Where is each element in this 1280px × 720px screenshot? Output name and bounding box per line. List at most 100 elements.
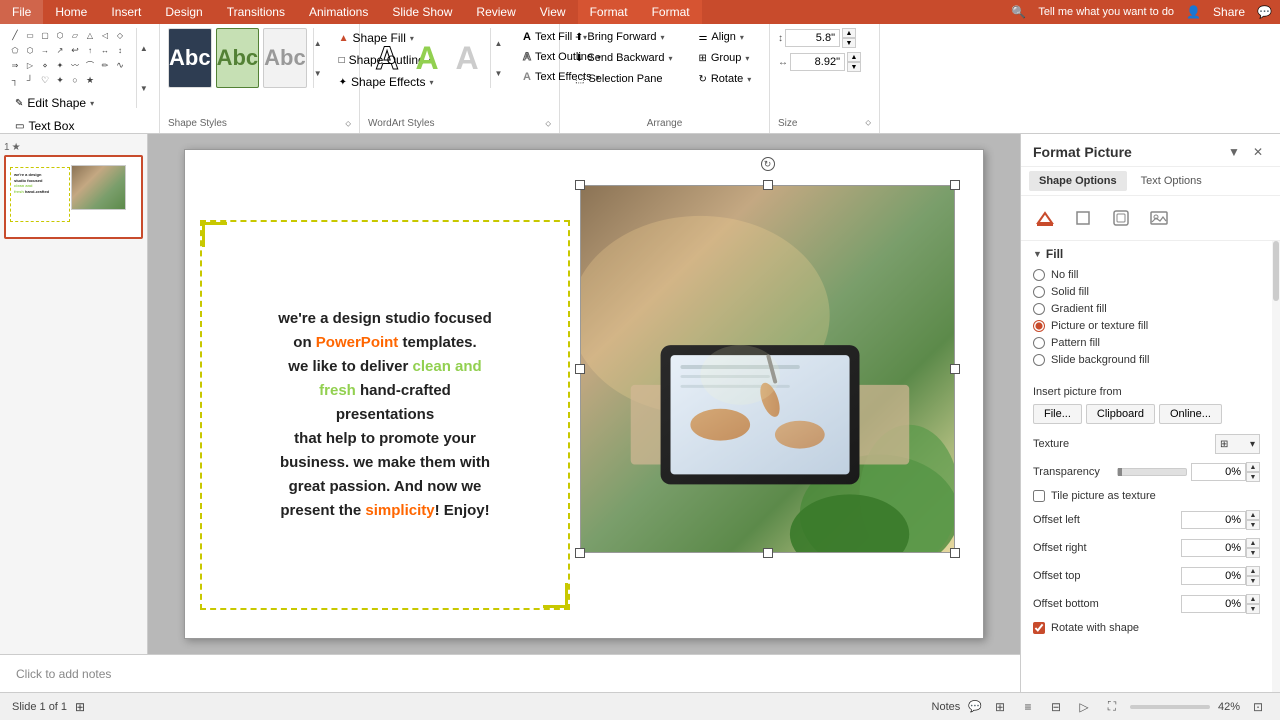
shadow-type-icon[interactable] [1067, 202, 1099, 234]
freeform-icon[interactable]: ✏ [98, 58, 112, 72]
blockarrow-icon[interactable]: ▷ [23, 58, 37, 72]
rotate-handle[interactable]: ↻ [761, 157, 775, 171]
handle-br[interactable] [950, 548, 960, 558]
curvarrow-icon[interactable]: ↩ [68, 43, 82, 57]
lrarrow-icon[interactable]: ↔ [98, 43, 112, 57]
tab-slideshow[interactable]: Slide Show [380, 0, 464, 24]
comments-icon[interactable]: 💬 [968, 700, 982, 713]
offset-top-down[interactable]: ▼ [1246, 576, 1260, 586]
tab-transitions[interactable]: Transitions [215, 0, 297, 24]
fill-line-type-icon[interactable] [1029, 202, 1061, 234]
pattern-fill-radio[interactable] [1033, 337, 1045, 349]
panel-close-button[interactable]: ✕ [1248, 142, 1268, 162]
notes-area[interactable]: Click to add notes [0, 654, 1020, 692]
rounded-rect-icon[interactable]: ▢ [38, 28, 52, 42]
abc-gray-button[interactable]: Abc [263, 28, 307, 88]
width-down-spinner[interactable]: ▼ [847, 62, 861, 72]
scroll-up-icon[interactable]: ▲ [140, 44, 148, 53]
zoom-slider[interactable] [1130, 705, 1210, 709]
hexagon-icon[interactable]: ⬡ [23, 43, 37, 57]
tab-view[interactable]: View [528, 0, 578, 24]
group-button[interactable]: ⊞ Group ▾ [691, 49, 758, 67]
fill-section-header[interactable]: ▼ Fill [1033, 247, 1260, 261]
wordart-scroll-down[interactable]: ▼ [495, 69, 503, 78]
pattern-fill-option[interactable]: Pattern fill [1033, 337, 1260, 349]
arrow-icon[interactable]: → [38, 43, 52, 57]
tile-checkbox[interactable] [1033, 490, 1045, 502]
size-expand[interactable]: ⬦ [865, 118, 871, 129]
edit-shape-button[interactable]: ✎ Edit Shape ▾ [8, 93, 132, 113]
tab-design[interactable]: Design [153, 0, 214, 24]
slide-canvas[interactable]: we're a design studio focused on PowerPo… [184, 149, 984, 639]
tab-animations[interactable]: Animations [297, 0, 380, 24]
styles-scroll-down[interactable]: ▼ [314, 69, 322, 78]
shape-options-tab[interactable]: Shape Options [1029, 171, 1127, 191]
height-up-spinner[interactable]: ▲ [842, 28, 856, 38]
tab-format-1[interactable]: Format [578, 0, 640, 24]
transparency-slider[interactable] [1117, 468, 1187, 476]
offset-bottom-down[interactable]: ▼ [1246, 604, 1260, 614]
abc-green-button[interactable]: Abc [216, 28, 260, 88]
handle-ml[interactable] [575, 364, 585, 374]
height-input[interactable] [785, 29, 840, 47]
tab-insert[interactable]: Insert [99, 0, 153, 24]
outline-view-button[interactable]: ≡ [1018, 697, 1038, 717]
no-fill-radio[interactable] [1033, 269, 1045, 281]
solid-fill-radio[interactable] [1033, 286, 1045, 298]
width-input[interactable] [790, 53, 845, 71]
curve-icon[interactable]: ∿ [113, 58, 127, 72]
styles-scroll[interactable]: ▲ ▼ [313, 28, 322, 88]
width-up-spinner[interactable]: ▲ [847, 52, 861, 62]
reading-view-button[interactable]: ▷ [1074, 697, 1094, 717]
picture-type-icon[interactable] [1143, 202, 1175, 234]
scroll-down-icon[interactable]: ▼ [140, 84, 148, 93]
wordart-scroll-up[interactable]: ▲ [495, 39, 503, 48]
wave-icon[interactable]: 〰 [68, 58, 82, 72]
text-options-tab[interactable]: Text Options [1131, 171, 1212, 191]
clipboard-button[interactable]: Clipboard [1086, 404, 1155, 424]
presenter-view-button[interactable]: ⛶ [1102, 697, 1122, 717]
bring-forward-button[interactable]: ⬆ Bring Forward ▾ [568, 28, 679, 46]
shape-styles-expand[interactable]: ⬦ [345, 119, 351, 129]
striparrow-icon[interactable]: ⇒ [8, 58, 22, 72]
selection-pane-button[interactable]: ⬚ Selection Pane [568, 70, 679, 88]
wordart-scroll[interactable]: ▲ ▼ [490, 28, 506, 88]
rotate-button[interactable]: ↻ Rotate ▾ [691, 70, 758, 88]
file-button[interactable]: File... [1033, 404, 1082, 424]
effects-type-icon[interactable] [1105, 202, 1137, 234]
normal-view-button[interactable]: ⊞ [990, 697, 1010, 717]
slide-thumbnail[interactable]: we're a designstudio focusedclean andfre… [4, 155, 143, 239]
slide-bg-radio[interactable] [1033, 354, 1045, 366]
handle-tr[interactable] [950, 180, 960, 190]
tell-me-field[interactable]: Tell me what you want to do [1038, 6, 1174, 18]
tab-format-2[interactable]: Format [640, 0, 702, 24]
heart-icon[interactable]: ♡ [38, 73, 52, 87]
diamond-icon[interactable]: ◇ [113, 28, 127, 42]
handle-mr[interactable] [950, 364, 960, 374]
offset-bottom-input[interactable] [1181, 595, 1246, 613]
format-panel-scrollbar-thumb[interactable] [1273, 241, 1279, 301]
conn2-icon[interactable]: ┘ [23, 73, 37, 87]
offset-bottom-up[interactable]: ▲ [1246, 594, 1260, 604]
handle-tm[interactable] [763, 180, 773, 190]
offset-top-up[interactable]: ▲ [1246, 566, 1260, 576]
share-button[interactable]: Share [1213, 5, 1245, 19]
transparency-value-input[interactable] [1191, 463, 1246, 481]
fit-to-window-icon[interactable]: ⊞ [75, 700, 85, 714]
arc-icon[interactable]: ⌒ [83, 58, 97, 72]
rect-shape-icon[interactable]: ▭ [23, 28, 37, 42]
parallelogram-icon[interactable]: ▱ [68, 28, 82, 42]
handle-tl[interactable] [575, 180, 585, 190]
transparency-down[interactable]: ▼ [1246, 472, 1260, 482]
text-box-element[interactable]: we're a design studio focused on PowerPo… [200, 220, 570, 610]
offset-left-up[interactable]: ▲ [1246, 510, 1260, 520]
styles-scroll-up[interactable]: ▲ [314, 39, 322, 48]
gradient-fill-radio[interactable] [1033, 303, 1045, 315]
line-shape-icon[interactable]: ╱ [8, 28, 22, 42]
triangle-icon[interactable]: △ [83, 28, 97, 42]
rotate-checkbox[interactable] [1033, 622, 1045, 634]
udarrow-icon[interactable]: ↕ [113, 43, 127, 57]
tab-file[interactable]: File [0, 0, 43, 24]
slide-bg-option[interactable]: Slide background fill [1033, 354, 1260, 366]
online-button[interactable]: Online... [1159, 404, 1222, 424]
